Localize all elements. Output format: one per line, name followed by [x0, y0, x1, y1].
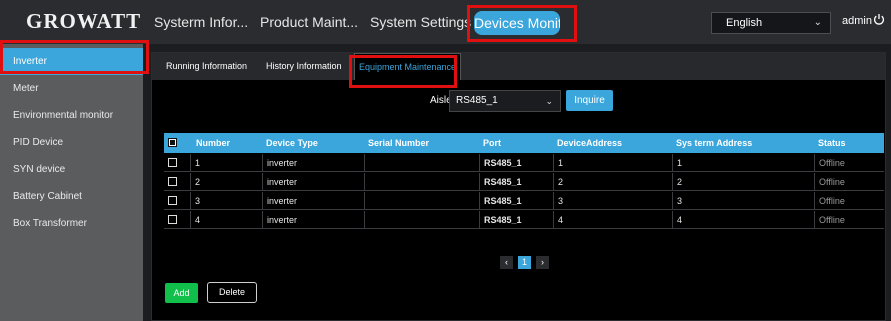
- sidebar-item-meter[interactable]: Meter: [0, 75, 143, 102]
- cell-device-address: 4: [553, 211, 672, 229]
- cell-number: 1: [190, 154, 262, 172]
- tab-equipment-maintenance[interactable]: Equipment Maintenance: [354, 53, 462, 80]
- table-row[interactable]: 3 inverter RS485_1 3 3 Offline: [164, 192, 884, 210]
- cell-device-address: 1: [553, 154, 672, 172]
- tab-running-information[interactable]: Running Information: [166, 53, 247, 80]
- cell-status: Offline: [814, 154, 884, 172]
- main-panel: Running Information History Information …: [151, 52, 886, 321]
- column-device-address: DeviceAddress: [557, 138, 623, 148]
- select-all-checkbox[interactable]: [168, 138, 177, 147]
- inquire-button[interactable]: Inquire: [566, 90, 613, 111]
- cell-number: 4: [190, 211, 262, 229]
- cell-port: RS485_1: [479, 173, 553, 191]
- user-name: admin: [842, 15, 872, 27]
- cell-device-type: inverter: [262, 154, 364, 172]
- cell-device-address: 3: [553, 192, 672, 210]
- cell-device-type: inverter: [262, 211, 364, 229]
- sidebar-item-box-transformer[interactable]: Box Transformer: [0, 210, 143, 237]
- cell-number: 3: [190, 192, 262, 210]
- column-port: Port: [483, 138, 501, 148]
- growatt-logo: GROWATT: [26, 9, 142, 33]
- table-row[interactable]: 1 inverter RS485_1 1 1 Offline: [164, 154, 884, 172]
- delete-button[interactable]: Delete: [207, 282, 257, 303]
- column-status: Status: [818, 138, 846, 148]
- cell-sys-term-address: 3: [672, 192, 814, 210]
- chevron-down-icon: ⌄: [813, 17, 822, 28]
- top-bar: GROWATT Systerm Infor... Product Maint..…: [0, 0, 891, 44]
- table-row[interactable]: 2 inverter RS485_1 2 2 Offline: [164, 173, 884, 191]
- table-row[interactable]: 4 inverter RS485_1 4 4 Offline: [164, 211, 884, 229]
- cell-device-type: inverter: [262, 192, 364, 210]
- column-number: Number: [196, 138, 231, 148]
- cell-sys-term-address: 1: [672, 154, 814, 172]
- cell-port: RS485_1: [479, 211, 553, 229]
- table-header: Number Device Type Serial Number Port De…: [164, 133, 884, 153]
- pagination-next-button[interactable]: ›: [536, 256, 549, 269]
- pagination-page-1[interactable]: 1: [518, 256, 531, 269]
- chevron-down-icon: ⌄: [545, 96, 553, 106]
- cell-number: 2: [190, 173, 262, 191]
- aisle-value: RS485_1: [456, 95, 498, 106]
- cell-sys-term-address: 2: [672, 173, 814, 191]
- sidebar-item-inverter[interactable]: Inverter: [0, 48, 143, 75]
- language-select[interactable]: English ⌄: [711, 12, 831, 34]
- cell-serial-number: [364, 192, 479, 210]
- column-device-type: Device Type: [266, 138, 318, 148]
- tab-bar: Running Information History Information …: [152, 53, 885, 80]
- nav-product-maintenance[interactable]: Product Maint...: [260, 14, 358, 30]
- sidebar: Inverter Meter Environmental monitor PID…: [0, 44, 143, 321]
- aisle-select[interactable]: RS485_1 ⌄: [449, 90, 561, 112]
- pagination-prev-button[interactable]: ‹: [500, 256, 513, 269]
- nav-devices-monitoring[interactable]: Devices Monit...: [474, 11, 560, 35]
- cell-status: Offline: [814, 192, 884, 210]
- add-button[interactable]: Add: [165, 283, 198, 303]
- cell-serial-number: [364, 154, 479, 172]
- tab-history-information[interactable]: History Information: [266, 53, 342, 80]
- row-checkbox[interactable]: [168, 177, 177, 186]
- row-checkbox[interactable]: [168, 196, 177, 205]
- column-sys-term-address: Sys term Address: [676, 138, 753, 148]
- power-icon[interactable]: [873, 13, 885, 26]
- cell-status: Offline: [814, 211, 884, 229]
- sidebar-item-environmental-monitor[interactable]: Environmental monitor: [0, 102, 143, 129]
- cell-status: Offline: [814, 173, 884, 191]
- row-checkbox[interactable]: [168, 215, 177, 224]
- nav-system-settings[interactable]: System Settings: [370, 14, 471, 30]
- cell-sys-term-address: 4: [672, 211, 814, 229]
- cell-device-address: 2: [553, 173, 672, 191]
- cell-port: RS485_1: [479, 154, 553, 172]
- cell-serial-number: [364, 211, 479, 229]
- sidebar-item-battery-cabinet[interactable]: Battery Cabinet: [0, 183, 143, 210]
- nav-system-information[interactable]: Systerm Infor...: [154, 14, 248, 30]
- cell-device-type: inverter: [262, 173, 364, 191]
- language-value: English: [726, 17, 763, 29]
- sidebar-item-pid-device[interactable]: PID Device: [0, 129, 143, 156]
- sidebar-item-syn-device[interactable]: SYN device: [0, 156, 143, 183]
- row-checkbox[interactable]: [168, 158, 177, 167]
- column-serial-number: Serial Number: [368, 138, 430, 148]
- cell-serial-number: [364, 173, 479, 191]
- cell-port: RS485_1: [479, 192, 553, 210]
